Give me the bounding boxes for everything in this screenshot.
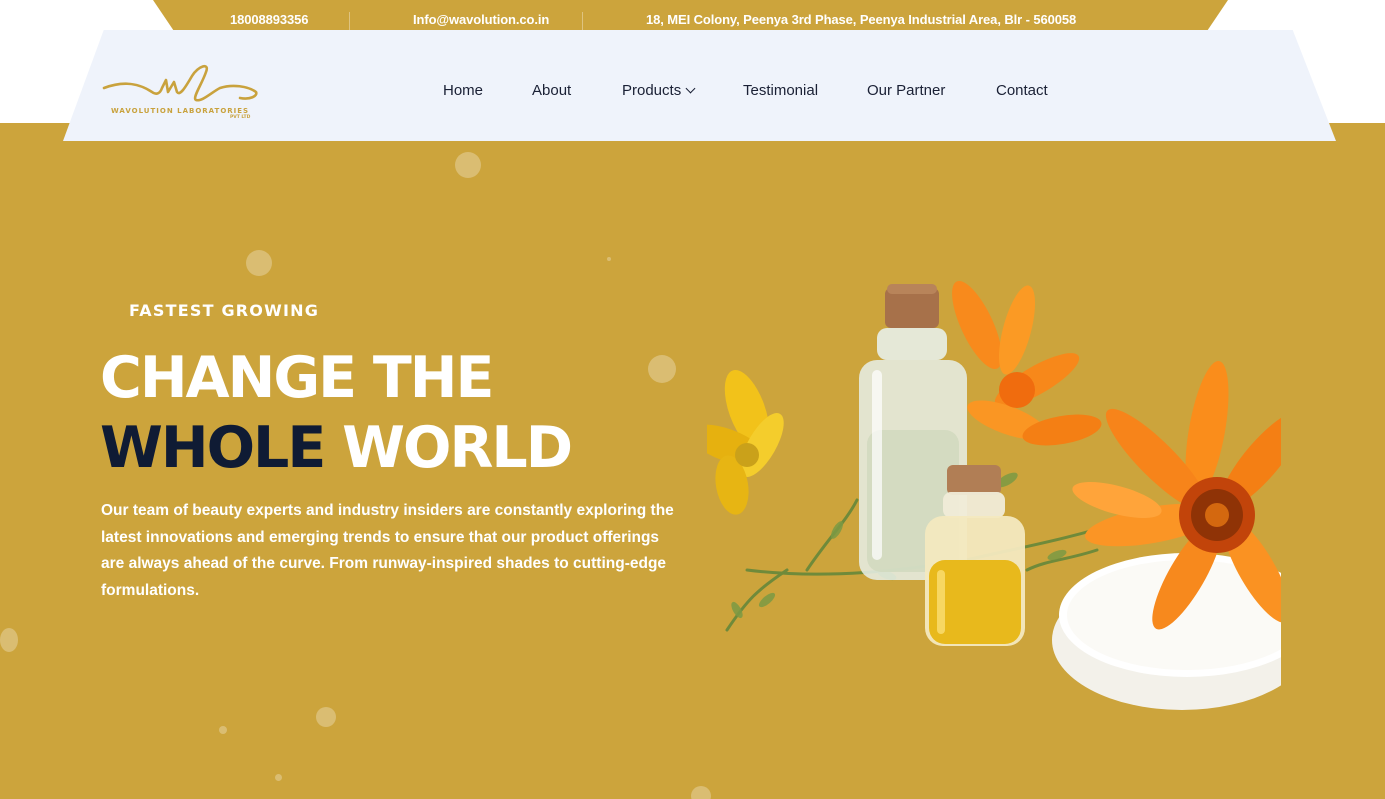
hero-headline: CHANGE THE WHOLE WORLD <box>100 343 573 483</box>
decorative-bubble <box>0 628 18 652</box>
hero-image <box>689 270 1315 710</box>
nav-products-label: Products <box>622 82 682 99</box>
nav-contact[interactable]: Contact <box>996 82 1048 99</box>
decorative-bubble <box>691 786 711 799</box>
logo-mark-icon <box>102 64 258 102</box>
decorative-bubble <box>648 355 676 383</box>
oil-bottles-flowers-illustration <box>689 280 1315 710</box>
decorative-bubble <box>219 726 227 734</box>
nav-our-partner[interactable]: Our Partner <box>867 82 945 99</box>
logo-name: WAVOLUTION LABORATORIES <box>111 107 250 115</box>
nav-about[interactable]: About <box>532 82 571 99</box>
chevron-down-icon <box>685 83 696 94</box>
decorative-bubble <box>607 257 611 261</box>
hero-kicker: FASTEST GROWING <box>129 301 320 320</box>
headline-light-word: WORLD <box>342 415 573 481</box>
hero-description: Our team of beauty experts and industry … <box>101 502 674 599</box>
headline-line-1: CHANGE THE <box>100 345 494 411</box>
company-logo[interactable]: WAVOLUTION LABORATORIES PVT LTD <box>100 58 260 124</box>
nav-products[interactable]: Products <box>622 82 696 99</box>
decorative-bubble <box>246 250 272 276</box>
headline-line-2: WHOLE WORLD <box>100 413 573 483</box>
nav-home[interactable]: Home <box>443 82 483 99</box>
headline-dark-word: WHOLE <box>100 415 326 481</box>
email-link[interactable]: Info@wavolution.co.in <box>413 12 549 27</box>
decorative-bubble <box>455 152 481 178</box>
address-text: 18, MEI Colony, Peenya 3rd Phase, Peenya… <box>646 12 1077 27</box>
decorative-bubble <box>316 707 336 727</box>
info-divider <box>349 12 350 32</box>
info-divider <box>582 12 583 32</box>
decorative-bubble <box>275 774 282 781</box>
nav-testimonial[interactable]: Testimonial <box>743 82 818 99</box>
logo-suffix: PVT LTD <box>230 115 251 120</box>
phone-link[interactable]: 18008893356 <box>230 12 309 27</box>
